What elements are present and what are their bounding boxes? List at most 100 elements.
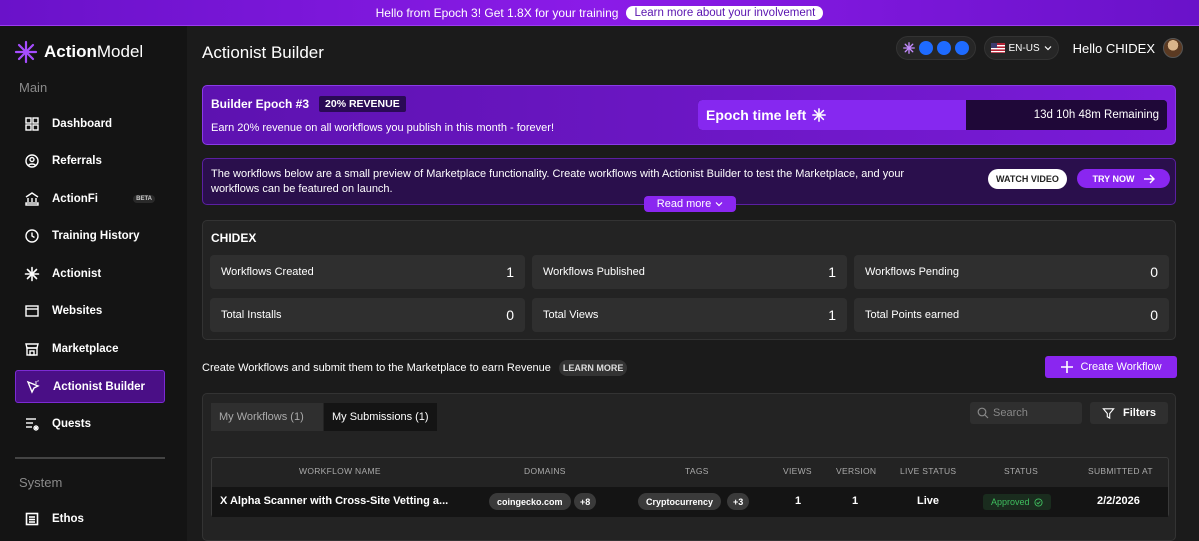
column-header: VIEWS	[783, 466, 812, 476]
tag-chip: Cryptocurrency	[638, 493, 722, 510]
epoch-title-row: Builder Epoch #3 20% REVENUE	[211, 96, 406, 112]
column-header: SUBMITTED AT	[1088, 466, 1153, 476]
announcement-banner: Hello from Epoch 3! Get 1.8X for your tr…	[0, 0, 1199, 26]
create-workflows-row: Create Workflows and submit them to the …	[202, 360, 628, 376]
submissions-card: My Workflows (1) My Submissions (1) Sear…	[202, 393, 1176, 541]
grid-icon	[25, 116, 39, 131]
store-icon	[25, 342, 39, 356]
check-circle-icon	[1033, 497, 1043, 507]
actionmodel-logo-icon	[14, 40, 38, 64]
language-label: EN-US	[1008, 42, 1040, 54]
tag-more-chip[interactable]: +3	[727, 493, 750, 510]
stat-label: Total Views	[543, 309, 599, 321]
try-now-label: TRY NOW	[1092, 173, 1135, 184]
live-status-value: Live	[917, 495, 940, 507]
avatar[interactable]	[1163, 38, 1183, 58]
create-workflow-button[interactable]: Create Workflow	[1045, 356, 1177, 378]
column-header: STATUS	[1004, 466, 1039, 476]
language-selector[interactable]: EN-US	[983, 36, 1059, 60]
stat-workflows-pending: Workflows Pending 0	[854, 255, 1169, 289]
browser-icon	[25, 304, 39, 317]
bank-icon	[25, 191, 39, 206]
read-more-label: Read more	[656, 198, 712, 210]
read-more-button[interactable]: Read more	[644, 196, 736, 212]
preview-text: The workflows below are a small preview …	[211, 168, 905, 195]
referral-icon	[25, 153, 39, 168]
sidebar-divider	[15, 457, 165, 459]
stats-card: CHIDEX Workflows Created 1 Workflows Publ…	[202, 220, 1176, 340]
main-content: Actionist Builder EN-US Hello CHIDEX Bui…	[187, 26, 1199, 541]
filters-button[interactable]: Filters	[1090, 402, 1168, 424]
stat-total-points: Total Points earned 0	[854, 298, 1169, 332]
logo[interactable]: ActionModel	[14, 40, 143, 64]
top-right-controls: EN-US Hello CHIDEX	[895, 36, 1183, 60]
status-label: Approved	[991, 497, 1030, 507]
domain-chip: coingecko.com	[489, 493, 571, 510]
logo-text: Model	[96, 42, 144, 61]
stat-total-views: Total Views 1	[532, 298, 847, 332]
section-system-label: System	[19, 475, 63, 490]
create-workflow-label: Create Workflow	[1080, 361, 1162, 373]
sidebar-item-label: Dashboard	[52, 117, 113, 130]
sidebar-item-label: ActionFi	[52, 192, 98, 205]
watch-video-button[interactable]: WATCH VIDEO	[988, 169, 1067, 189]
points-pill[interactable]	[895, 36, 976, 60]
submitted-at-value: 2/2/2026	[1097, 495, 1140, 507]
sidebar-item-referrals[interactable]: Referrals	[15, 144, 165, 177]
time-remaining: 13d 10h 48m Remaining	[966, 100, 1167, 130]
stats-username: CHIDEX	[211, 231, 257, 245]
quests-icon	[26, 417, 39, 431]
greeting: Hello CHIDEX	[1072, 40, 1155, 56]
sidebar-item-websites[interactable]: Websites	[15, 294, 165, 327]
tab-my-submissions[interactable]: My Submissions (1)	[324, 403, 437, 431]
stat-workflows-published: Workflows Published 1	[532, 255, 847, 289]
history-icon	[25, 228, 39, 243]
sidebar-item-training-history[interactable]: Training History	[15, 219, 165, 252]
column-header: DOMAINS	[524, 466, 566, 476]
ethos-icon	[25, 512, 39, 525]
sidebar-item-marketplace[interactable]: Marketplace	[15, 332, 165, 365]
sidebar-item-label: Quests	[52, 417, 91, 430]
tab-my-workflows[interactable]: My Workflows (1)	[211, 403, 323, 431]
search-input[interactable]: Search	[970, 402, 1082, 424]
stat-label: Total Installs	[221, 309, 282, 321]
stat-value: 1	[828, 307, 836, 323]
workflow-name[interactable]: X Alpha Scanner with Cross-Site Vetting …	[220, 495, 448, 507]
time-left-text: Epoch time left	[706, 107, 807, 123]
epoch-subtitle: Earn 20% revenue on all workflows you pu…	[211, 122, 555, 134]
stat-total-installs: Total Installs 0	[210, 298, 525, 332]
sidebar-item-actionist-builder[interactable]: Actionist Builder	[15, 370, 165, 403]
actionist-icon	[24, 266, 40, 281]
stat-value: 0	[1150, 264, 1158, 280]
actionmodel-star-icon	[902, 42, 915, 54]
sidebar-item-actionfi[interactable]: ActionFi BETA	[15, 182, 165, 215]
try-now-button[interactable]: TRY NOW	[1077, 169, 1170, 188]
create-workflows-text: Create Workflows and submit them to the …	[202, 362, 551, 374]
sidebar-item-dashboard[interactable]: Dashboard	[15, 107, 165, 140]
sidebar-item-ethos[interactable]: Ethos	[15, 502, 165, 535]
chevron-down-icon	[715, 202, 723, 207]
version-value: 1	[852, 495, 859, 507]
filter-icon	[1102, 407, 1115, 419]
learn-more-involvement-button[interactable]: Learn more about your involvement	[626, 5, 824, 20]
chevron-down-icon	[1044, 46, 1052, 51]
redacted-value	[918, 41, 933, 55]
stat-workflows-created: Workflows Created 1	[210, 255, 525, 289]
sidebar-item-label: Actionist Builder	[53, 380, 146, 393]
epoch-title: Builder Epoch #3	[211, 97, 310, 111]
sidebar-item-quests[interactable]: Quests	[15, 407, 165, 440]
domain-more-chip[interactable]: +8	[574, 493, 597, 510]
stat-label: Workflows Published	[543, 266, 645, 278]
sidebar-item-actionist[interactable]: Actionist	[15, 257, 165, 290]
epoch-card: Builder Epoch #3 20% REVENUE Earn 20% re…	[202, 85, 1176, 145]
builder-icon	[26, 379, 40, 394]
stat-value: 1	[506, 264, 514, 280]
sidebar-item-label: Marketplace	[52, 342, 119, 355]
arrow-right-icon	[1143, 174, 1155, 183]
table-row[interactable]: X Alpha Scanner with Cross-Site Vetting …	[212, 487, 1168, 517]
epoch-timer: Epoch time left 13d 10h 48m Remaining	[698, 100, 1167, 130]
learn-more-button[interactable]: LEARN MORE	[558, 360, 628, 376]
status-badge: Approved	[983, 494, 1051, 510]
redacted-value	[936, 41, 951, 55]
section-main-label: Main	[19, 80, 48, 95]
